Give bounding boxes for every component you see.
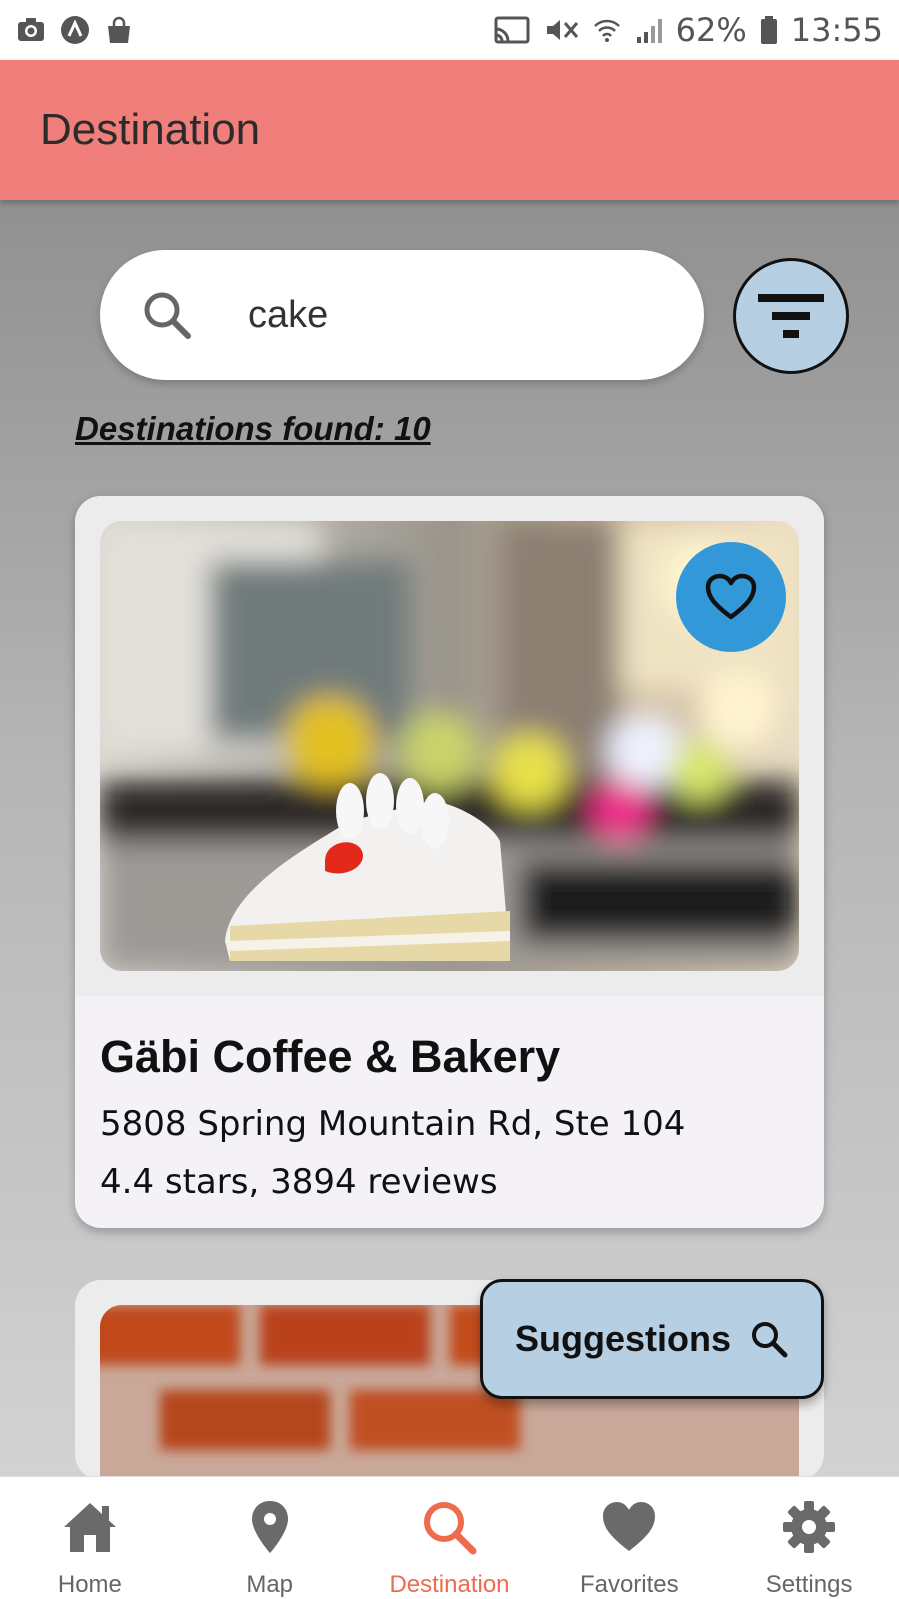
shopping-bag-icon bbox=[108, 16, 130, 43]
favorite-button[interactable] bbox=[676, 542, 786, 652]
map-pin-icon bbox=[251, 1501, 288, 1553]
heart-icon bbox=[603, 1502, 656, 1551]
destination-rating: 4.4 stars, 3894 reviews bbox=[100, 1162, 498, 1202]
filter-icon bbox=[758, 294, 824, 338]
search-input[interactable] bbox=[248, 280, 668, 350]
suggestions-button[interactable]: Suggestions bbox=[480, 1279, 824, 1399]
battery-percent: 62% bbox=[675, 11, 747, 49]
bottom-navigation: Home Map Destination Favorites Settings bbox=[0, 1476, 899, 1599]
nav-item-home[interactable]: Home bbox=[0, 1477, 180, 1599]
results-count: Destinations found: 10 bbox=[75, 410, 431, 447]
camera-icon bbox=[18, 18, 44, 41]
nav-item-destination[interactable]: Destination bbox=[360, 1477, 540, 1599]
destination-address: 5808 Spring Mountain Rd, Ste 104 bbox=[100, 1104, 686, 1144]
app-notification-icon bbox=[61, 16, 89, 44]
vibrate-mute-icon bbox=[546, 20, 578, 40]
nav-label: Home bbox=[57, 1571, 122, 1598]
destination-name: Gäbi Coffee & Bakery bbox=[100, 1031, 561, 1082]
card-image-frame bbox=[75, 496, 824, 996]
wifi-icon bbox=[593, 19, 620, 42]
nav-item-favorites[interactable]: Favorites bbox=[539, 1477, 719, 1599]
signal-icon bbox=[636, 19, 662, 43]
filter-button[interactable] bbox=[733, 258, 849, 374]
gear-icon bbox=[783, 1501, 836, 1553]
search-bar[interactable] bbox=[100, 250, 704, 380]
home-icon bbox=[63, 1503, 116, 1552]
status-bar: 62% 13:55 bbox=[0, 0, 899, 60]
search-icon bbox=[752, 1322, 788, 1358]
nav-label: Destination bbox=[389, 1571, 510, 1598]
nav-label: Map bbox=[246, 1571, 294, 1598]
main-content[interactable]: Destinations found: 10 bbox=[0, 200, 899, 1476]
battery-icon bbox=[760, 16, 777, 44]
nav-item-settings[interactable]: Settings bbox=[719, 1477, 899, 1599]
nav-label: Favorites bbox=[579, 1571, 679, 1598]
nav-item-map[interactable]: Map bbox=[180, 1477, 360, 1599]
page-title: Destination bbox=[40, 105, 261, 154]
clock: 13:55 bbox=[790, 11, 883, 49]
destination-card[interactable]: Gäbi Coffee & Bakery 5808 Spring Mountai… bbox=[75, 496, 824, 1228]
search-icon bbox=[144, 292, 191, 339]
app-bar: Destination bbox=[0, 60, 899, 200]
nav-label: Settings bbox=[765, 1571, 853, 1598]
search-icon bbox=[424, 1502, 477, 1555]
cast-icon bbox=[494, 16, 530, 44]
suggestions-label: Suggestions bbox=[514, 1318, 732, 1359]
heart-outline-icon bbox=[705, 573, 757, 620]
